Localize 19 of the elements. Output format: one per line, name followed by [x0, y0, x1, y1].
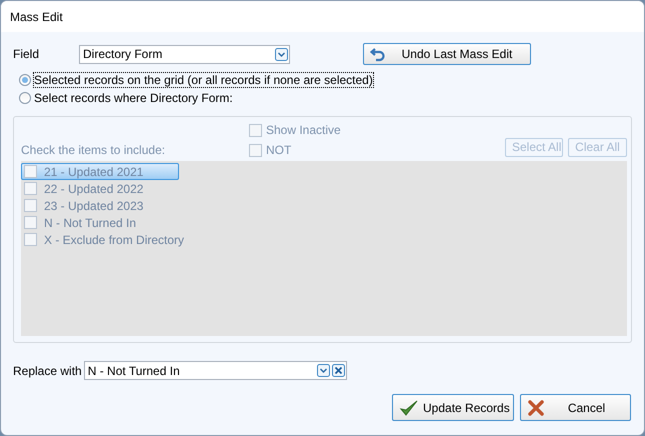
radio-button[interactable] [19, 92, 31, 104]
check-icon [399, 398, 419, 418]
undo-icon [370, 46, 386, 62]
field-dropdown[interactable]: Directory Form [79, 44, 290, 64]
field-label: Field [13, 47, 40, 61]
undo-button[interactable]: Undo Last Mass Edit [363, 43, 531, 65]
instructions-label: Check the items to include: [21, 143, 166, 157]
close-icon [527, 398, 545, 416]
replace-label: Replace with [13, 364, 82, 378]
radio-label: Selected records on the grid (or all records if none are selected) [34, 73, 373, 87]
update-records-button[interactable]: Update Records [392, 394, 514, 421]
radio-label: Select records where Directory Form: [34, 91, 233, 105]
checkbox-label: Show Inactive [266, 123, 341, 137]
checkbox-label: NOT [266, 143, 292, 157]
window-title: Mass Edit [10, 10, 63, 24]
cancel-button[interactable]: Cancel [520, 394, 631, 421]
radio-button[interactable] [19, 74, 31, 86]
clear-icon[interactable] [332, 364, 345, 377]
replace-dropdown[interactable]: N - Not Turned In [84, 361, 347, 380]
